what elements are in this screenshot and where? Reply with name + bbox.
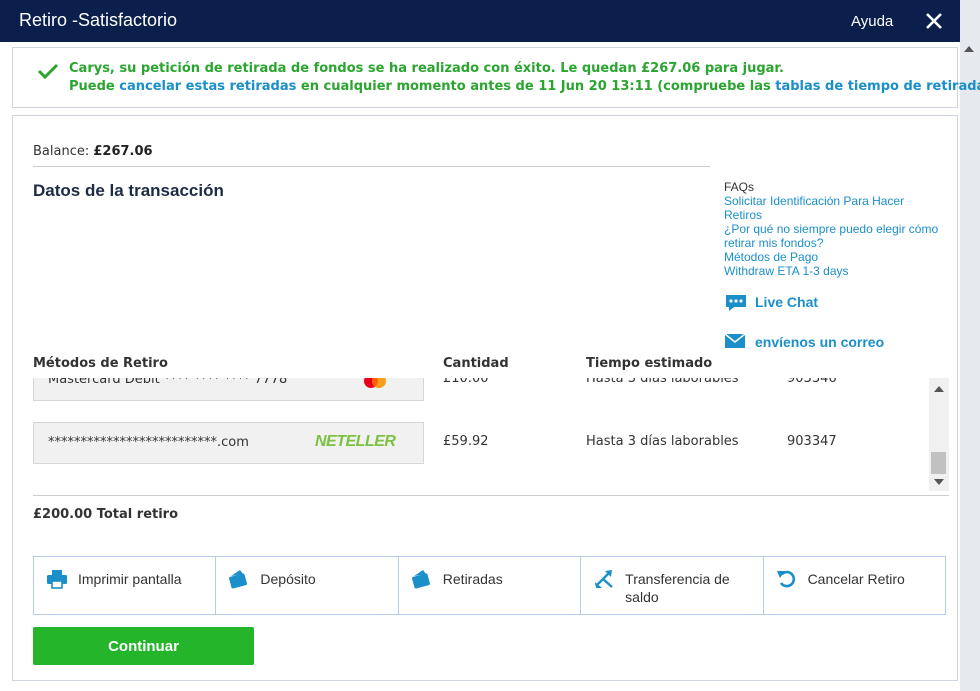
wallet-icon <box>411 570 430 589</box>
reference-cell: 903346 <box>787 378 837 386</box>
withdrawals-button[interactable]: Retiradas <box>397 556 582 615</box>
method-cell: **************************.com NETELLER <box>33 422 424 464</box>
table-row: **************************.com NETELLER … <box>33 422 933 464</box>
cancel-withdrawal-button[interactable]: Cancelar Retiro <box>762 556 946 615</box>
scroll-up-arrow-icon[interactable] <box>934 386 944 392</box>
table-scrollbar[interactable] <box>929 378 949 491</box>
title-bar: Retiro -Satisfactorio Ayuda <box>0 0 960 42</box>
section-title: Datos de la transacción <box>33 181 224 200</box>
printer-icon <box>47 570 67 589</box>
transfer-icon <box>595 570 613 588</box>
time-cell: Hasta 3 días laborables <box>586 434 739 449</box>
amount-cell: £10.00 <box>443 378 489 386</box>
faq-link-identification[interactable]: Solicitar Identificación Para Hacer Reti… <box>724 194 944 222</box>
balance-transfer-button[interactable]: Transferencia de saldo <box>580 556 764 615</box>
faq-link-methods-choice[interactable]: ¿Por qué no siempre puedo elegir cómo re… <box>724 222 944 250</box>
faq-link-withdraw-eta[interactable]: Withdraw ETA 1-3 days <box>724 264 944 278</box>
amount-cell: £59.92 <box>443 434 489 449</box>
total-withdrawal: £200.00 Total retiro <box>33 507 179 522</box>
chat-bubble-icon <box>726 295 746 311</box>
mastercard-logo-icon <box>364 378 386 388</box>
neteller-logo: NETELLER <box>315 433 396 450</box>
page-scrollbar[interactable] <box>960 0 980 691</box>
scroll-down-arrow-icon[interactable] <box>934 479 944 485</box>
faq-box: FAQs Solicitar Identificación Para Hacer… <box>724 180 944 278</box>
time-cell: Hasta 3 días laborables <box>586 378 739 386</box>
scroll-thumb[interactable] <box>931 452 946 474</box>
column-header-time: Tiempo estimado <box>586 356 713 371</box>
divider <box>33 166 710 167</box>
column-header-amount: Cantidad <box>443 356 509 371</box>
table-row: Mastercard Debit **** **** **** 7778 £10… <box>33 378 933 401</box>
method-name: Mastercard Debit **** **** **** 7778 <box>48 378 288 387</box>
success-text: Carys, su petición de retirada de fondos… <box>69 61 784 76</box>
faq-title: FAQs <box>724 180 755 194</box>
continue-button[interactable]: Continuar <box>33 627 254 665</box>
undo-icon <box>776 570 795 588</box>
success-message: Carys, su petición de retirada de fondos… <box>12 47 980 108</box>
withdrawal-times-link[interactable]: tablas de tiempo de retiradas <box>775 79 980 94</box>
method-name: **************************.com <box>48 435 249 450</box>
method-cell: Mastercard Debit **** **** **** 7778 <box>33 378 424 401</box>
faq-link-payment-methods[interactable]: Métodos de Pago <box>724 250 944 264</box>
wallet-icon <box>229 570 248 589</box>
reference-cell: 903347 <box>787 434 837 449</box>
action-bar: Imprimir pantalla Depósito Retiradas Tra… <box>33 556 950 615</box>
close-icon[interactable] <box>924 11 944 31</box>
cancel-info-text: Puede cancelar estas retiradas en cualqu… <box>69 79 980 94</box>
deposit-button[interactable]: Depósito <box>215 556 399 615</box>
envelope-icon <box>724 333 746 348</box>
divider <box>33 495 949 496</box>
dialog-title: Retiro -Satisfactorio <box>19 10 178 30</box>
balance-value: £267.06 <box>93 144 153 159</box>
cancel-withdrawals-link[interactable]: cancelar estas retiradas <box>119 79 296 94</box>
balance: Balance: £267.06 <box>33 144 153 159</box>
withdrawals-table[interactable]: Mastercard Debit **** **** **** 7778 £10… <box>33 378 949 491</box>
column-header-method: Métodos de Retiro <box>33 356 168 371</box>
print-screen-button[interactable]: Imprimir pantalla <box>33 556 217 615</box>
help-link[interactable]: Ayuda <box>851 13 893 30</box>
checkmark-icon <box>37 63 59 80</box>
